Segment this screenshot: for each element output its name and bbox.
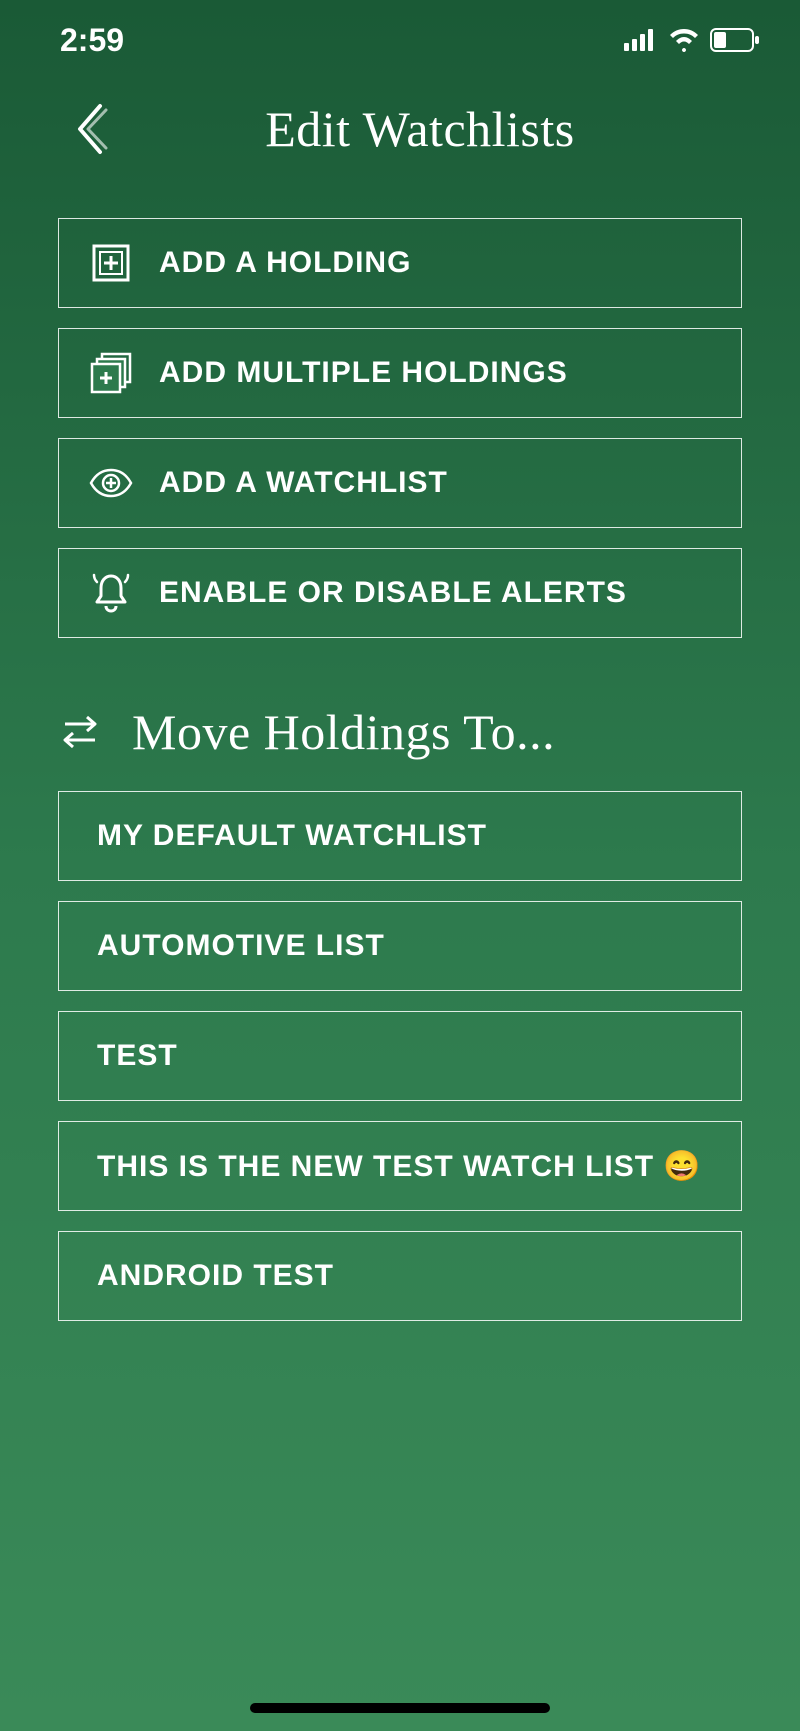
move-section-header: Move Holdings To... — [58, 703, 742, 761]
plus-box-stack-icon — [89, 351, 133, 395]
watchlist-label: THIS IS THE NEW TEST WATCH LIST 😄 — [97, 1149, 702, 1184]
watchlist-item-test[interactable]: TEST — [58, 1011, 742, 1101]
watchlist-item-new-test[interactable]: THIS IS THE NEW TEST WATCH LIST 😄 — [58, 1121, 742, 1211]
watchlist-label: MY DEFAULT WATCHLIST — [97, 819, 487, 853]
section-title: Move Holdings To... — [132, 703, 555, 761]
add-multiple-holdings-button[interactable]: ADD MULTIPLE HOLDINGS — [58, 328, 742, 418]
page-title: Edit Watchlists — [70, 100, 740, 158]
home-indicator[interactable] — [250, 1703, 550, 1713]
battery-icon — [710, 28, 760, 52]
status-time: 2:59 — [60, 22, 124, 59]
add-holding-button[interactable]: ADD A HOLDING — [58, 218, 742, 308]
watchlist-item-android-test[interactable]: ANDROID TEST — [58, 1231, 742, 1321]
action-label: ADD A WATCHLIST — [159, 466, 448, 500]
action-label: ENABLE OR DISABLE ALERTS — [159, 576, 627, 610]
eye-plus-icon — [89, 461, 133, 505]
signal-icon — [624, 29, 658, 51]
status-icons — [624, 28, 760, 52]
action-label: ADD MULTIPLE HOLDINGS — [159, 356, 568, 390]
content: ADD A HOLDING ADD MULTIPLE HOLDINGS ADD … — [0, 198, 800, 1321]
toggle-alerts-button[interactable]: ENABLE OR DISABLE ALERTS — [58, 548, 742, 638]
status-bar: 2:59 — [0, 0, 800, 70]
watchlist-label: AUTOMOTIVE LIST — [97, 929, 385, 963]
add-watchlist-button[interactable]: ADD A WATCHLIST — [58, 438, 742, 528]
header: Edit Watchlists — [0, 70, 800, 198]
watchlist-label: ANDROID TEST — [97, 1259, 334, 1293]
bell-icon — [89, 571, 133, 615]
watchlist-item-automotive[interactable]: AUTOMOTIVE LIST — [58, 901, 742, 991]
action-label: ADD A HOLDING — [159, 246, 411, 280]
plus-box-icon — [89, 241, 133, 285]
back-button[interactable] — [72, 102, 108, 156]
watchlist-label: TEST — [97, 1039, 178, 1073]
swap-arrows-icon — [60, 712, 100, 752]
wifi-icon — [668, 28, 700, 52]
watchlist-item-default[interactable]: MY DEFAULT WATCHLIST — [58, 791, 742, 881]
chevron-left-icon — [72, 102, 108, 156]
